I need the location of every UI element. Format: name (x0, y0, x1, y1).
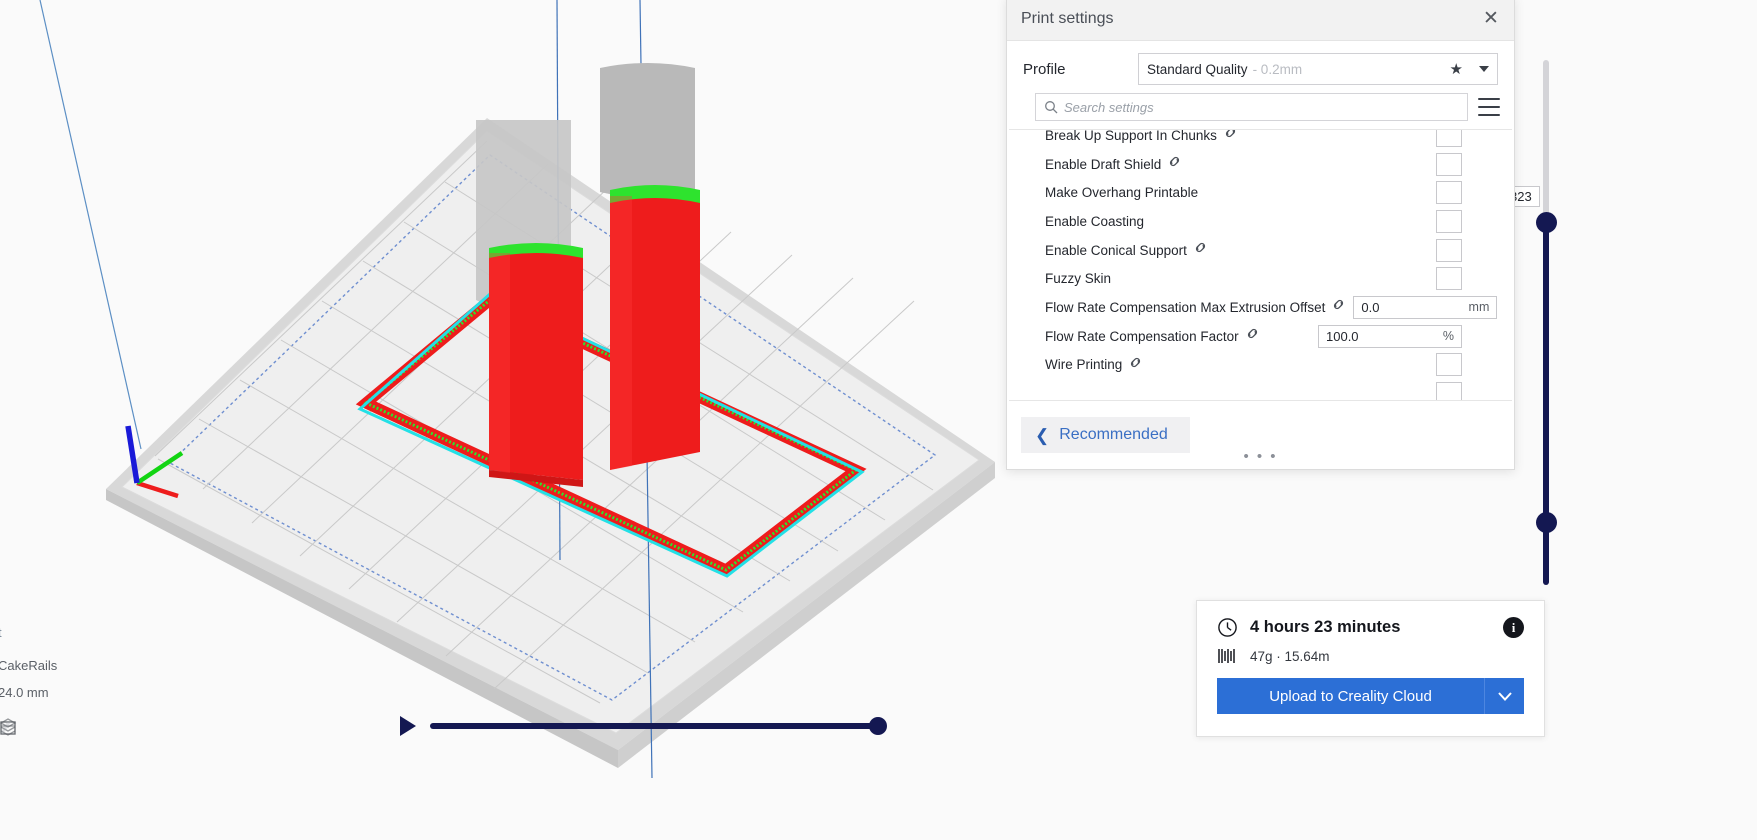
layer-slider-lower-handle[interactable] (1536, 512, 1557, 533)
material-usage: 47g · 15.64m (1250, 648, 1330, 664)
info-icon[interactable]: i (1503, 617, 1524, 638)
link-icon[interactable] (1245, 326, 1260, 341)
object-name-label: CakeRails (0, 658, 58, 673)
setting-value-field[interactable]: 100.0% (1318, 324, 1462, 348)
print-estimate-card: 4 hours 23 minutes i 47g · 15.64m Upload… (1196, 600, 1545, 737)
setting-label: Flow Rate Compensation Factor (1045, 328, 1239, 344)
setting-link-icon[interactable] (1167, 154, 1189, 174)
layer-slider-upper-handle[interactable] (1536, 212, 1557, 233)
link-icon[interactable] (1167, 154, 1182, 169)
setting-label: Enable Coasting (1045, 213, 1145, 229)
link-icon[interactable] (1331, 297, 1346, 312)
play-icon[interactable] (400, 716, 416, 736)
setting-row[interactable]: Break Up Support In Chunks (1009, 129, 1512, 150)
layer-slider-track-background (1543, 60, 1549, 220)
close-icon[interactable]: ✕ (1478, 5, 1504, 31)
profile-name: Standard Quality (1147, 61, 1248, 77)
profile-row: Profile Standard Quality - 0.2mm ★ (1007, 41, 1514, 93)
simulation-slider-track[interactable] (430, 717, 887, 735)
setting-row[interactable]: Enable Coasting (1009, 207, 1512, 236)
upload-options-chevron-down-icon[interactable] (1484, 678, 1524, 714)
profile-variant: - 0.2mm (1252, 61, 1303, 77)
setting-value: 100.0 (1326, 328, 1359, 344)
link-icon[interactable] (1223, 129, 1238, 140)
estimated-time-row: 4 hours 23 minutes i (1217, 617, 1524, 638)
setting-label: Wire Printing (1045, 357, 1123, 373)
recommended-button[interactable]: ❮ Recommended (1021, 417, 1190, 453)
setting-label: Break Up Support In Chunks (1045, 129, 1217, 143)
filament-icon (1218, 649, 1235, 663)
chevron-left-icon: ❮ (1035, 425, 1050, 445)
shaded-box-icon[interactable] (0, 718, 18, 738)
print-settings-header: Print settings ✕ (1007, 0, 1514, 41)
link-icon[interactable] (1128, 355, 1143, 370)
setting-checkbox[interactable] (1436, 152, 1462, 176)
setting-checkbox[interactable] (1436, 238, 1462, 262)
object-height-label: 24.0 mm (0, 685, 49, 700)
print-settings-title: Print settings (1021, 9, 1114, 27)
clock-icon (1218, 618, 1237, 637)
viewport-partial-label: t (0, 625, 2, 640)
setting-link-icon[interactable] (1245, 326, 1267, 346)
setting-link-icon[interactable] (1193, 240, 1215, 260)
setting-row[interactable]: Make Overhang Printable (1009, 178, 1512, 207)
print-settings-panel: Print settings ✕ Profile Standard Qualit… (1006, 0, 1515, 470)
search-row (1007, 93, 1514, 129)
simulation-playback-bar (400, 716, 887, 736)
chevron-down-icon[interactable] (1479, 66, 1489, 72)
hamburger-menu-icon[interactable] (1478, 98, 1500, 116)
recommended-label: Recommended (1059, 426, 1168, 443)
upload-row: Upload to Creality Cloud (1217, 678, 1524, 714)
settings-list-scroll: Break Up Support In Chunks Enable Draft S… (1009, 129, 1512, 400)
setting-label: Make Overhang Printable (1045, 185, 1199, 201)
material-usage-row: 47g · 15.64m (1217, 648, 1524, 664)
setting-label: Fuzzy Skin (1045, 271, 1112, 287)
link-icon[interactable] (1193, 240, 1208, 255)
panel-resize-grip[interactable]: • • • (1243, 448, 1277, 465)
search-input[interactable] (1064, 99, 1459, 115)
print-settings-footer: ❮ Recommended • • • (1007, 401, 1514, 469)
upload-button[interactable]: Upload to Creality Cloud (1217, 678, 1484, 714)
setting-unit: mm (1468, 300, 1490, 315)
setting-row-partial[interactable] (1009, 379, 1512, 400)
search-icon (1045, 101, 1058, 114)
setting-value-field[interactable]: 0.0 mm (1353, 295, 1498, 319)
estimated-time: 4 hours 23 minutes (1250, 618, 1401, 636)
setting-label: Enable Conical Support (1045, 242, 1187, 258)
profile-select[interactable]: Standard Quality - 0.2mm ★ (1138, 53, 1498, 85)
setting-label: Flow Rate Compensation Max Extrusion Off… (1045, 299, 1326, 315)
setting-label: Enable Draft Shield (1045, 156, 1162, 172)
setting-unit: % (1442, 329, 1454, 344)
search-box[interactable] (1035, 93, 1468, 121)
setting-checkbox[interactable] (1436, 209, 1462, 233)
layer-view-slider[interactable]: 323 (1486, 60, 1562, 590)
setting-row[interactable]: Wire Printing (1009, 351, 1512, 380)
cura-application-window: t CakeRails 24.0 mm 323 (0, 0, 1757, 840)
profile-label: Profile (1023, 60, 1066, 78)
setting-link-icon[interactable] (1128, 355, 1150, 375)
setting-checkbox[interactable] (1436, 130, 1462, 147)
simulation-slider-handle[interactable] (869, 717, 887, 735)
setting-row[interactable]: Flow Rate Compensation Factor 100.0% (1009, 322, 1512, 351)
setting-link-icon[interactable] (1223, 129, 1245, 145)
settings-list[interactable]: Break Up Support In Chunks Enable Draft S… (1009, 129, 1512, 401)
setting-row[interactable]: Flow Rate Compensation Max Extrusion Off… (1009, 293, 1512, 322)
setting-checkbox[interactable] (1436, 382, 1462, 400)
setting-checkbox[interactable] (1436, 267, 1462, 291)
setting-link-icon[interactable] (1331, 297, 1353, 317)
setting-row[interactable]: Enable Draft Shield (1009, 150, 1512, 179)
setting-value: 0.0 (1361, 299, 1380, 315)
setting-checkbox[interactable] (1436, 181, 1462, 205)
setting-checkbox[interactable] (1436, 353, 1462, 377)
setting-row[interactable]: Fuzzy Skin (1009, 264, 1512, 293)
setting-row[interactable]: Enable Conical Support (1009, 236, 1512, 265)
star-icon[interactable]: ★ (1450, 60, 1463, 78)
